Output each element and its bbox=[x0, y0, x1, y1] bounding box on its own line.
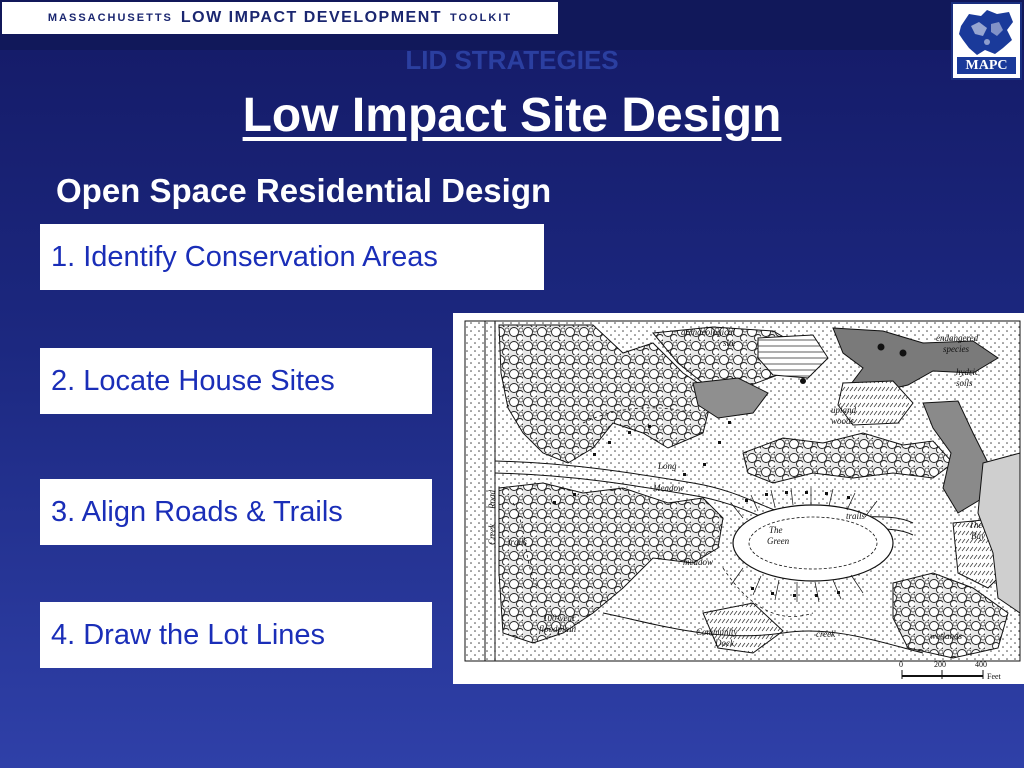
label-woods: woods bbox=[831, 416, 855, 426]
label-the-green-2: Green bbox=[767, 536, 790, 546]
scale-tick-400: 400 bbox=[975, 660, 987, 669]
site-plan-map: archaeological site endangered species h… bbox=[453, 313, 1024, 684]
label-floodplain-2: floodplain bbox=[539, 624, 577, 634]
step-draw-lot-lines: 4. Draw the Lot Lines bbox=[40, 602, 432, 668]
step-identify-conservation-areas: 1. Identify Conservation Areas bbox=[40, 224, 544, 290]
label-endangered: endangered bbox=[936, 333, 979, 343]
label-meadow-upper: Meadow bbox=[652, 483, 684, 493]
banner-suffix: TOOLKIT bbox=[450, 12, 513, 24]
label-the-bay-1: The bbox=[969, 520, 983, 530]
scale-tick-200: 200 bbox=[934, 660, 946, 669]
label-site: site bbox=[723, 338, 736, 348]
site-plan-drawing: archaeological site endangered species h… bbox=[453, 313, 1024, 684]
label-long: Long bbox=[657, 461, 677, 471]
label-the-bay-2: Bay bbox=[971, 531, 985, 541]
label-trails-left: trails bbox=[508, 537, 528, 547]
label-community: Community bbox=[696, 627, 738, 637]
label-upland: upland bbox=[831, 405, 857, 415]
slide-subtitle: Open Space Residential Design bbox=[56, 172, 552, 209]
label-creek: creek bbox=[816, 629, 836, 639]
label-dock: Dock bbox=[714, 638, 735, 648]
label-meadow-lower: meadow bbox=[683, 557, 713, 567]
label-the-green-1: The bbox=[769, 525, 783, 535]
toolkit-banner: MASSACHUSETTS LOW IMPACT DEVELOPMENT TOO… bbox=[2, 2, 558, 34]
step-locate-house-sites: 2. Locate House Sites bbox=[40, 348, 432, 414]
slide-title: Low Impact Site Design bbox=[242, 89, 782, 142]
banner-prefix: MASSACHUSETTS bbox=[47, 12, 173, 24]
label-soils: soils bbox=[956, 378, 973, 388]
section-kicker: LID STRATEGIES bbox=[405, 45, 619, 75]
label-hydric: hydric bbox=[956, 367, 979, 377]
label-creek-road-2: Road bbox=[487, 490, 497, 510]
label-archaeological: archaeological bbox=[681, 327, 736, 337]
label-creek-road-1: Creek bbox=[487, 523, 497, 545]
label-floodplain-1: 100-year bbox=[543, 613, 576, 623]
label-species: species bbox=[943, 344, 969, 354]
label-trails-right: trails bbox=[846, 511, 866, 521]
scale-unit: Feet bbox=[987, 672, 1002, 681]
banner-main: LOW IMPACT DEVELOPMENT bbox=[180, 9, 443, 26]
label-wetlands: wetlands bbox=[930, 631, 962, 641]
scale-tick-0: 0 bbox=[899, 660, 903, 669]
step-align-roads-trails: 3. Align Roads & Trails bbox=[40, 479, 432, 545]
